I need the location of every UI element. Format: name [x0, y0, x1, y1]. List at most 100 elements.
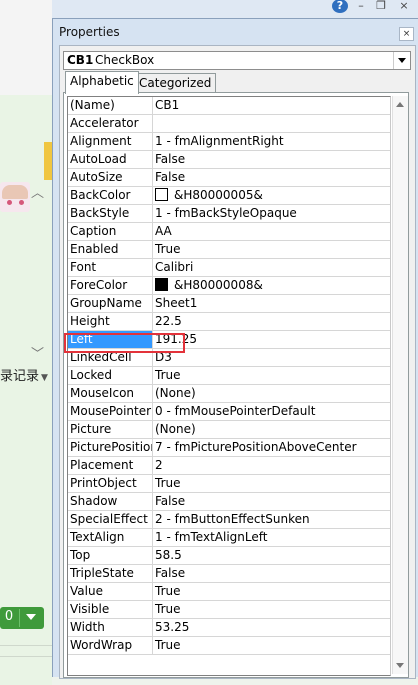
close-button[interactable]: × [399, 27, 414, 41]
chevron-up-icon[interactable]: ︿ [31, 182, 44, 201]
property-row-height[interactable]: Height 22.5 [68, 313, 390, 331]
property-row-caption[interactable]: Caption AA [68, 223, 390, 241]
property-value[interactable]: 53.25 [153, 619, 390, 636]
property-name[interactable]: Height [68, 313, 153, 330]
property-name[interactable]: Shadow [68, 493, 153, 510]
property-name[interactable]: SpecialEffect [68, 511, 153, 528]
property-name[interactable]: BackColor [68, 187, 153, 204]
property-row-autosize[interactable]: AutoSize False [68, 169, 390, 187]
property-value[interactable] [153, 115, 390, 132]
vertical-scrollbar[interactable] [392, 96, 408, 674]
restore-icon[interactable]: ❐ [373, 0, 389, 13]
property-row-linkedcell[interactable]: LinkedCell D3 [68, 349, 390, 367]
property-value[interactable]: False [153, 565, 390, 582]
property-name[interactable]: PicturePosition [68, 439, 153, 456]
property-name[interactable]: WordWrap [68, 637, 153, 654]
property-name[interactable]: PrintObject [68, 475, 153, 492]
property-value[interactable]: (None) [153, 385, 390, 402]
property-name[interactable]: Width [68, 619, 153, 636]
property-row-left[interactable]: Left 191.25 [68, 331, 390, 349]
property-row-groupname[interactable]: GroupName Sheet1 [68, 295, 390, 313]
property-value[interactable]: True [153, 241, 390, 258]
property-name[interactable]: ForeColor [68, 277, 153, 294]
property-name[interactable]: Visible [68, 601, 153, 618]
property-row-placement[interactable]: Placement 2 [68, 457, 390, 475]
dropdown-arrow-icon[interactable] [26, 614, 36, 620]
property-row-width[interactable]: Width 53.25 [68, 619, 390, 637]
property-value[interactable]: False [153, 169, 390, 186]
property-value[interactable]: True [153, 583, 390, 600]
property-name[interactable]: Alignment [68, 133, 153, 150]
property-row-font[interactable]: Font Calibri [68, 259, 390, 277]
property-row-backcolor[interactable]: BackColor &H80000005& [68, 187, 390, 205]
property-value[interactable]: CB1 [153, 97, 390, 114]
property-value[interactable]: Calibri [153, 259, 390, 276]
property-value[interactable]: 7 - fmPicturePositionAboveCenter [153, 439, 390, 456]
property-value[interactable]: D3 [153, 349, 390, 366]
scroll-down-icon[interactable] [396, 663, 404, 668]
property-row-top[interactable]: Top 58.5 [68, 547, 390, 565]
property-row-backstyle[interactable]: BackStyle 1 - fmBackStyleOpaque [68, 205, 390, 223]
tab-categorized[interactable]: Categorized [134, 73, 217, 93]
property-name[interactable]: BackStyle [68, 205, 153, 222]
property-row-value[interactable]: Value True [68, 583, 390, 601]
property-row-pictureposition[interactable]: PicturePosition 7 - fmPicturePositionAbov… [68, 439, 390, 457]
property-row-triplestate[interactable]: TripleState False [68, 565, 390, 583]
property-value[interactable]: 0 - fmMousePointerDefault [153, 403, 390, 420]
property-name[interactable]: Font [68, 259, 153, 276]
property-value[interactable]: &H80000005& [153, 187, 390, 204]
property-row-enabled[interactable]: Enabled True [68, 241, 390, 259]
property-value[interactable]: True [153, 637, 390, 654]
property-value[interactable]: 1 - fmTextAlignLeft [153, 529, 390, 546]
property-row-mousepointer[interactable]: MousePointer 0 - fmMousePointerDefault [68, 403, 390, 421]
close-icon[interactable]: × [396, 0, 412, 13]
property-row-printobject[interactable]: PrintObject True [68, 475, 390, 493]
property-name[interactable]: Value [68, 583, 153, 600]
property-name[interactable]: AutoSize [68, 169, 153, 186]
property-row-textalign[interactable]: TextAlign 1 - fmTextAlignLeft [68, 529, 390, 547]
property-value[interactable]: 22.5 [153, 313, 390, 330]
property-name[interactable]: TextAlign [68, 529, 153, 546]
property-row-accelerator[interactable]: Accelerator [68, 115, 390, 133]
chevron-down-icon[interactable]: ﹀ [31, 343, 44, 362]
property-value[interactable]: True [153, 367, 390, 384]
property-row-alignment[interactable]: Alignment 1 - fmAlignmentRight [68, 133, 390, 151]
avatar[interactable] [0, 182, 30, 212]
property-value[interactable]: 1 - fmAlignmentRight [153, 133, 390, 150]
property-name[interactable]: Accelerator [68, 115, 153, 132]
property-name[interactable]: Top [68, 547, 153, 564]
property-name[interactable]: MousePointer [68, 403, 153, 420]
minimize-icon[interactable]: – [353, 0, 369, 13]
properties-titlebar[interactable]: Properties × [53, 19, 418, 45]
property-name[interactable]: Left [68, 331, 153, 348]
property-name[interactable]: AutoLoad [68, 151, 153, 168]
property-row-picture[interactable]: Picture (None) [68, 421, 390, 439]
chevron-down-icon[interactable] [393, 52, 410, 69]
property-value[interactable]: False [153, 151, 390, 168]
property-name[interactable]: Enabled [68, 241, 153, 258]
property-row-locked[interactable]: Locked True [68, 367, 390, 385]
property-row-specialeffect[interactable]: SpecialEffect 2 - fmButtonEffectSunken [68, 511, 390, 529]
property-value[interactable]: 1 - fmBackStyleOpaque [153, 205, 390, 222]
property-value[interactable]: 2 [153, 457, 390, 474]
property-name[interactable]: MouseIcon [68, 385, 153, 402]
object-selector[interactable]: CB1 CheckBox [63, 51, 411, 70]
property-value[interactable]: AA [153, 223, 390, 240]
property-row-wordwrap[interactable]: WordWrap True [68, 637, 390, 655]
property-name[interactable]: LinkedCell [68, 349, 153, 366]
property-value[interactable]: False [153, 493, 390, 510]
property-row-shadow[interactable]: Shadow False [68, 493, 390, 511]
property-name[interactable]: Picture [68, 421, 153, 438]
scroll-up-icon[interactable] [396, 102, 404, 107]
property-name[interactable]: GroupName [68, 295, 153, 312]
property-value[interactable]: Sheet1 [153, 295, 390, 312]
property-value[interactable]: (None) [153, 421, 390, 438]
property-value[interactable]: 2 - fmButtonEffectSunken [153, 511, 390, 528]
property-value[interactable]: True [153, 601, 390, 618]
property-row-visible[interactable]: Visible True [68, 601, 390, 619]
property-value[interactable]: 191.25 [153, 331, 390, 348]
property-name[interactable]: Placement [68, 457, 153, 474]
property-value[interactable]: 58.5 [153, 547, 390, 564]
property-row-name[interactable]: (Name) CB1 [68, 97, 390, 115]
property-name[interactable]: (Name) [68, 97, 153, 114]
